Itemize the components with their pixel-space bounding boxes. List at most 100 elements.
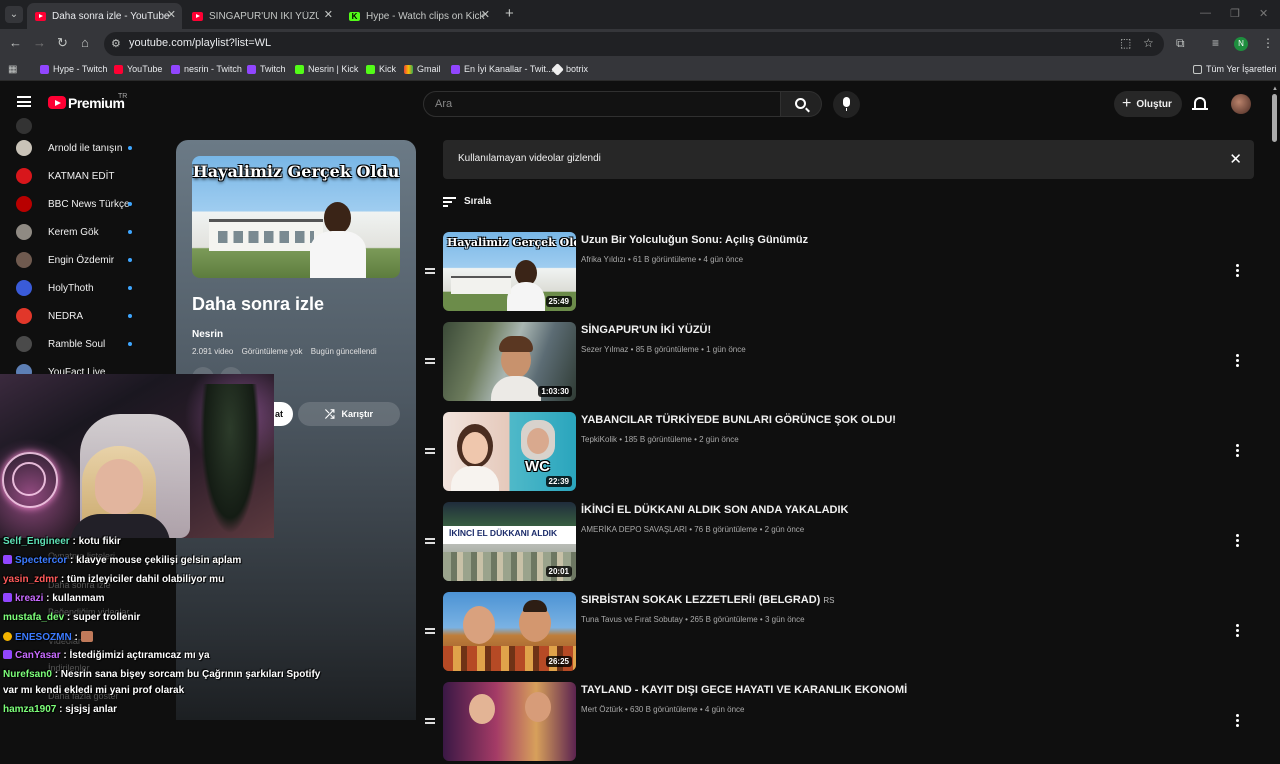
sort-button[interactable]: Sırala bbox=[443, 196, 491, 207]
video-title[interactable]: SİNGAPUR'UN İKİ YÜZÜ! bbox=[581, 324, 711, 336]
profile-avatar[interactable]: N bbox=[1234, 37, 1248, 51]
address-bar[interactable]: ⚙ youtube.com/playlist?list=WL ⬚ ☆ bbox=[104, 32, 1164, 56]
reload-icon[interactable]: ↻ bbox=[57, 35, 68, 51]
bookmark-nesrin-kick[interactable]: Nesrin | Kick bbox=[295, 64, 358, 74]
close-tab-icon[interactable]: ✕ bbox=[481, 8, 490, 21]
video-title[interactable]: YABANCILAR TÜRKİYEDE BUNLARI GÖRÜNCE ŞOK… bbox=[581, 414, 896, 426]
close-tab-icon[interactable]: ✕ bbox=[167, 8, 176, 21]
scrollbar-thumb[interactable] bbox=[1272, 94, 1277, 142]
channel-name[interactable]: Sezer Yılmaz bbox=[581, 345, 628, 354]
playlist-video-row[interactable]: WC 22:39 YABANCILAR TÜRKİYEDE BUNLARI GÖ… bbox=[420, 412, 1260, 494]
bookmark-best-channels[interactable]: En İyi Kanallar - Twit... bbox=[451, 64, 553, 74]
playlist-video-row[interactable]: 1:03:30 SİNGAPUR'UN İKİ YÜZÜ! Sezer Yılm… bbox=[420, 322, 1260, 404]
all-bookmarks[interactable]: Tüm Yer İşaretleri bbox=[1193, 64, 1277, 74]
video-thumbnail[interactable]: Hayalimiz Gerçek Oldu 25:49 bbox=[443, 232, 576, 311]
bookmark-botrix[interactable]: botrix bbox=[551, 62, 588, 76]
channel-name[interactable]: Tuna Tavus ve Fırat Sobutay bbox=[581, 615, 683, 624]
browser-tab-kick[interactable]: K Hype - Watch clips on Kick ✕ bbox=[341, 3, 496, 29]
youtube-logo-text[interactable]: Premium bbox=[68, 95, 125, 111]
bookmark-nesrin-twitch[interactable]: nesrin - Twitch bbox=[171, 64, 242, 74]
view-count: Görüntüleme yok bbox=[241, 347, 303, 356]
shuffle-button[interactable]: ⤮ Karıştır bbox=[298, 402, 400, 426]
sidebar-item-nedra[interactable]: NEDRA bbox=[16, 302, 144, 330]
sidebar-item-bbc[interactable]: BBC News Türkçe bbox=[16, 190, 144, 218]
playlist-video-row[interactable]: İKİNCİ EL DÜKKANI ALDIK 20:01 İKİNCİ EL … bbox=[420, 502, 1260, 584]
browser-tab-singapur[interactable]: SİNGAPUR'UN İKİ YÜZÜ! - YouTube ✕ bbox=[184, 3, 339, 29]
account-avatar[interactable] bbox=[1231, 94, 1251, 114]
video-thumbnail[interactable] bbox=[443, 682, 576, 761]
bookmark-youtube[interactable]: YouTube bbox=[114, 64, 162, 74]
extensions-icon[interactable]: ⧉ bbox=[1176, 36, 1185, 51]
video-title[interactable]: İKİNCİ EL DÜKKANI ALDIK SON ANDA YAKALAD… bbox=[581, 504, 848, 516]
bookmarks-bar: ▦ Hype - Twitch YouTube nesrin - Twitch … bbox=[0, 59, 1280, 81]
close-icon[interactable]: ✕ bbox=[1229, 150, 1242, 168]
channel-name[interactable]: TepkiKolik bbox=[581, 435, 617, 444]
video-title[interactable]: TAYLAND - KAYIT DIŞI GECE HAYATI VE KARA… bbox=[581, 684, 907, 696]
browser-menu-icon[interactable]: ⋮ bbox=[1262, 36, 1274, 50]
more-options-icon[interactable] bbox=[1236, 264, 1240, 278]
tab-search-dropdown-icon[interactable]: ⌄ bbox=[5, 6, 23, 23]
search-button[interactable] bbox=[781, 91, 822, 117]
sidebar-item-arnold[interactable]: Arnold ile tanışın bbox=[16, 134, 144, 162]
more-options-icon[interactable] bbox=[1236, 444, 1240, 458]
restore-icon[interactable]: ❐ bbox=[1230, 7, 1240, 20]
sidebar-item-holythoth[interactable]: HolyThoth bbox=[16, 274, 144, 302]
sidebar-item-kerem[interactable]: Kerem Gök bbox=[16, 218, 144, 246]
drag-handle-icon[interactable] bbox=[425, 538, 435, 544]
notifications-bell-icon[interactable] bbox=[1192, 97, 1208, 110]
scroll-up-icon[interactable]: ▲ bbox=[1272, 86, 1278, 92]
channel-name[interactable]: AMERİKA DEPO SAVAŞLARI bbox=[581, 525, 687, 534]
sidebar-item-engin[interactable]: Engin Özdemir bbox=[16, 246, 144, 274]
playlist-video-row[interactable]: 26:25 SIRBİSTAN SOKAK LEZZETLERİ! (BELGR… bbox=[420, 592, 1260, 674]
apps-grid-icon[interactable]: ▦ bbox=[8, 64, 17, 75]
drag-handle-icon[interactable] bbox=[425, 448, 435, 454]
video-thumbnail[interactable]: İKİNCİ EL DÜKKANI ALDIK 20:01 bbox=[443, 502, 576, 581]
video-thumbnail[interactable]: 1:03:30 bbox=[443, 322, 576, 401]
playlist-video-row[interactable]: TAYLAND - KAYIT DIŞI GECE HAYATI VE KARA… bbox=[420, 682, 1260, 764]
video-thumbnail[interactable]: 26:25 bbox=[443, 592, 576, 671]
sidebar-item-ramble[interactable]: Ramble Soul bbox=[16, 330, 144, 358]
window-close-icon[interactable]: ✕ bbox=[1259, 7, 1268, 20]
site-info-icon[interactable]: ⚙ bbox=[111, 37, 121, 50]
guide-menu-icon[interactable] bbox=[17, 96, 31, 107]
more-options-icon[interactable] bbox=[1236, 354, 1240, 368]
close-tab-icon[interactable]: ✕ bbox=[324, 8, 333, 21]
channel-name[interactable]: Afrika Yıldızı bbox=[581, 255, 626, 264]
bookmark-hype-twitch[interactable]: Hype - Twitch bbox=[40, 64, 107, 74]
bookmark-gmail[interactable]: Gmail bbox=[404, 64, 441, 74]
more-options-icon[interactable] bbox=[1236, 534, 1240, 548]
channel-name[interactable]: Mert Öztürk bbox=[581, 705, 623, 714]
bookmark-kick[interactable]: Kick bbox=[366, 64, 396, 74]
channel-avatar bbox=[16, 308, 32, 324]
drag-handle-icon[interactable] bbox=[425, 358, 435, 364]
media-controls-icon[interactable]: ≡ bbox=[1212, 36, 1219, 50]
drag-handle-icon[interactable] bbox=[425, 628, 435, 634]
search-input[interactable]: Ara bbox=[423, 91, 781, 117]
video-title[interactable]: Uzun Bir Yolculuğun Sonu: Açılış Günümüz bbox=[581, 234, 808, 246]
install-app-icon[interactable]: ⬚ bbox=[1120, 36, 1131, 50]
playlist-thumbnail[interactable]: Hayalimiz Gerçek Oldu bbox=[192, 156, 400, 278]
bookmark-star-icon[interactable]: ☆ bbox=[1143, 36, 1154, 50]
youtube-logo-icon[interactable] bbox=[48, 96, 66, 109]
browser-tab-watch-later[interactable]: Daha sonra izle - YouTube ✕ bbox=[27, 3, 182, 29]
drag-handle-icon[interactable] bbox=[425, 718, 435, 724]
minimize-icon[interactable]: — bbox=[1200, 7, 1211, 19]
video-count: 2.091 video bbox=[192, 347, 234, 356]
back-icon[interactable]: ← bbox=[9, 35, 22, 50]
new-tab-icon[interactable]: + bbox=[505, 5, 514, 22]
video-title[interactable]: SIRBİSTAN SOKAK LEZZETLERİ! (BELGRAD) RS bbox=[581, 594, 834, 606]
sidebar-item-katman[interactable]: KATMAN EDİT bbox=[16, 162, 144, 190]
more-options-icon[interactable] bbox=[1236, 714, 1240, 728]
page-scrollbar[interactable]: ▲ bbox=[1272, 86, 1278, 720]
more-options-icon[interactable] bbox=[1236, 624, 1240, 638]
home-icon[interactable]: ⌂ bbox=[81, 35, 89, 50]
playlist-owner[interactable]: Nesrin bbox=[192, 329, 223, 340]
forward-icon[interactable]: → bbox=[33, 35, 46, 50]
video-thumbnail[interactable]: WC 22:39 bbox=[443, 412, 576, 491]
playlist-video-row[interactable]: Hayalimiz Gerçek Oldu 25:49 Uzun Bir Yol… bbox=[420, 232, 1260, 314]
create-button[interactable]: + Oluştur bbox=[1114, 91, 1182, 117]
upload-age: 4 gün önce bbox=[704, 705, 745, 714]
bookmark-twitch[interactable]: Twitch bbox=[247, 64, 286, 74]
voice-search-button[interactable] bbox=[833, 91, 860, 118]
drag-handle-icon[interactable] bbox=[425, 268, 435, 274]
